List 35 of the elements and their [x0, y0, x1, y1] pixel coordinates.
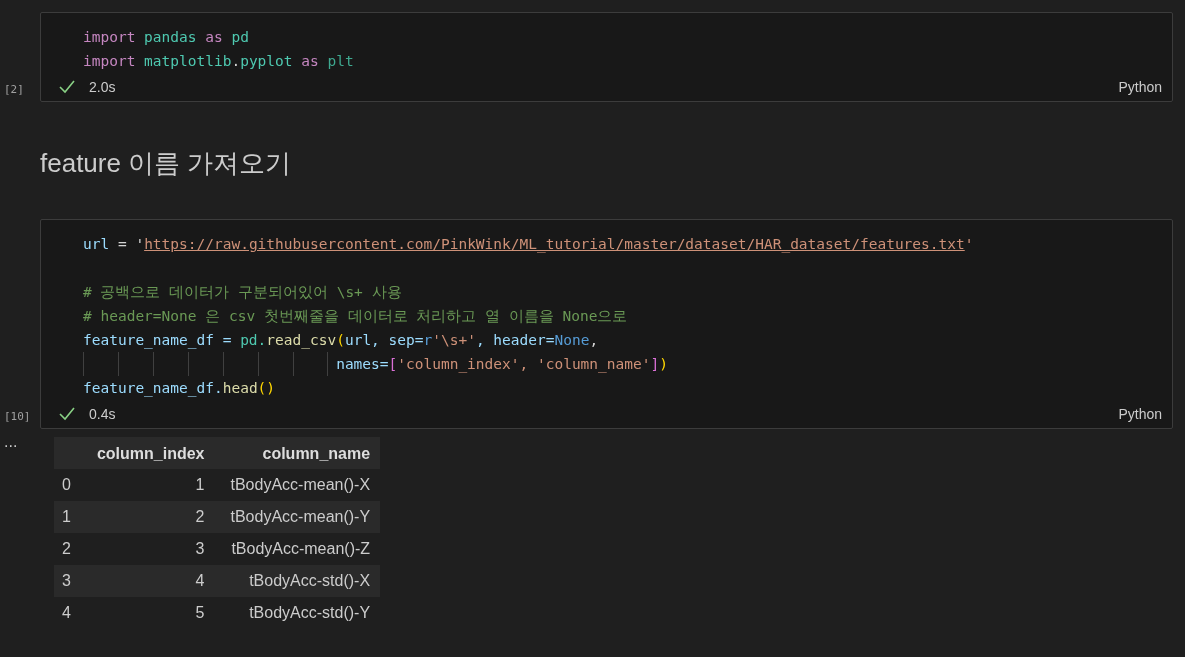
output-menu-ellipsis[interactable]: ... — [0, 437, 54, 629]
execution-time: 2.0s — [89, 79, 116, 95]
code-line: import pandas as pd — [83, 28, 250, 47]
table-cell: 5 — [80, 597, 215, 629]
table-cell: 4 — [80, 565, 215, 597]
code-cell[interactable] — [40, 219, 1173, 429]
row-index: 2 — [54, 533, 81, 565]
code-line: url = 'https://raw.githubusercontent.com/PinkWink/ML_tutorial/master/dataset/HAR_dataset/features.txt' — [83, 235, 975, 255]
language-label[interactable]: Python — [1118, 406, 1162, 422]
table-cell: tBodyAcc-std()-Y — [214, 597, 381, 629]
code-cell[interactable]: import pandas as pd import matplotlib.pyplot as plt 2.0s Python — [40, 12, 1173, 102]
table-cell: tBodyAcc-std()-X — [214, 565, 381, 597]
markdown-heading: feature 이름 가져오기 — [40, 147, 292, 180]
row-index: 4 — [54, 597, 81, 629]
table-cell: tBodyAcc-mean()-Y — [214, 501, 381, 533]
code-line: # header=None 은 csv 첫번째줄을 데이터로 처리하고 열 이름을 None으로 — [83, 307, 629, 326]
row-index: 3 — [54, 565, 81, 597]
code-line: feature_name_df = pd.read_csv(url, sep=r'\s+', header=None, — [83, 331, 600, 351]
table-cell: 3 — [80, 533, 215, 565]
language-label[interactable]: Python — [1118, 79, 1162, 95]
code-line: names=['column_index', 'column_name']) — [336, 355, 668, 375]
code-line: import matplotlib.pyplot as plt — [83, 52, 355, 71]
execution-count: [2] — [4, 83, 24, 96]
row-index: 0 — [54, 469, 81, 501]
table-cell: tBodyAcc-mean()-X — [214, 469, 381, 501]
code-line: feature_name_df.head() — [83, 379, 277, 399]
code-line: # 공백으로 데이터가 구분되어있어 \s+ 사용 — [83, 283, 403, 302]
column-header: column_index — [80, 437, 215, 469]
execution-time: 0.4s — [89, 406, 116, 422]
table-cell: 1 — [80, 469, 215, 501]
execution-count: [10] — [4, 410, 31, 423]
column-header: column_name — [214, 437, 381, 469]
table-cell: tBodyAcc-mean()-Z — [214, 533, 381, 565]
row-index: 1 — [54, 501, 81, 533]
table-cell: 2 — [80, 501, 215, 533]
